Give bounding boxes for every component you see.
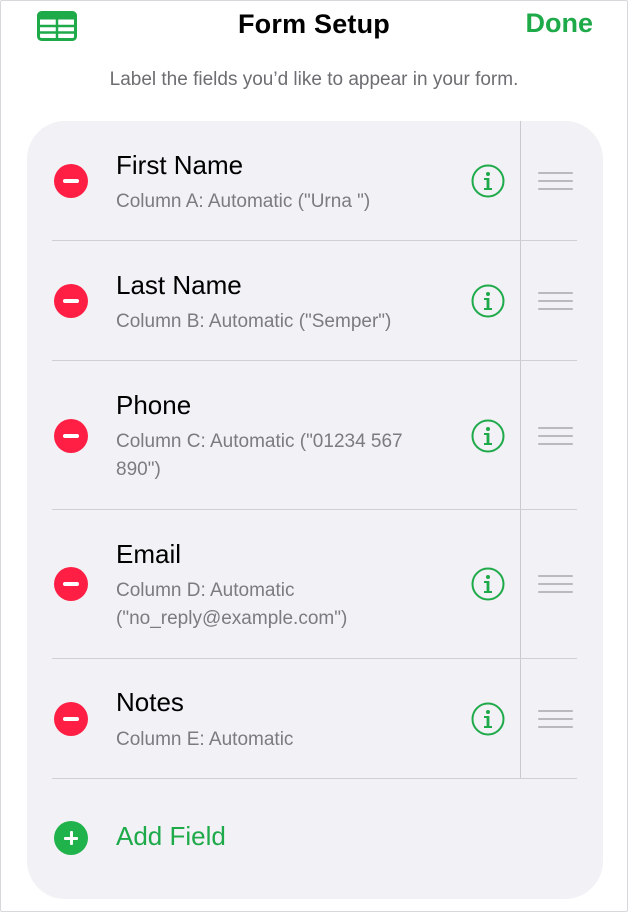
reorder-handle-icon[interactable] bbox=[538, 171, 573, 191]
reorder-handle-icon[interactable] bbox=[538, 291, 573, 311]
field-row-notes: Notes Column E: Automatic bbox=[27, 659, 603, 779]
reorder-handle-icon[interactable] bbox=[538, 574, 573, 594]
form-setup-sheet: Form Setup Done Label the fields you’d l… bbox=[0, 0, 628, 912]
remove-field-phone-button[interactable] bbox=[54, 419, 88, 453]
info-circle-icon[interactable] bbox=[471, 164, 505, 198]
field-row-email: Email Column D: Automatic ("no_reply@exa… bbox=[27, 510, 603, 659]
add-field-label[interactable]: Add Field bbox=[116, 821, 226, 852]
reorder-handle-icon[interactable] bbox=[538, 709, 573, 729]
reorder-handle-icon[interactable] bbox=[538, 426, 573, 446]
field-name[interactable]: First Name bbox=[116, 150, 243, 181]
field-row-phone: Phone Column C: Automatic ("01234 567 89… bbox=[27, 361, 603, 510]
plus-circle-icon-stroke bbox=[70, 831, 73, 845]
field-column-mapping: Column C: Automatic ("01234 567 890") bbox=[116, 431, 403, 480]
remove-field-email-button[interactable] bbox=[54, 567, 88, 601]
fields-list: First Name Column A: Automatic ("Urna ") bbox=[27, 121, 603, 899]
minus-circle-icon bbox=[63, 179, 79, 183]
info-circle-icon[interactable] bbox=[471, 567, 505, 601]
field-column-mapping: Column D: Automatic ("no_reply@example.c… bbox=[116, 580, 348, 629]
field-name[interactable]: Notes bbox=[116, 687, 184, 718]
remove-field-first-name-button[interactable] bbox=[54, 164, 88, 198]
field-name[interactable]: Email bbox=[116, 539, 181, 570]
info-circle-icon[interactable] bbox=[471, 284, 505, 318]
minus-circle-icon bbox=[63, 717, 79, 721]
minus-circle-icon bbox=[63, 434, 79, 438]
field-column-mapping: Column A: Automatic ("Urna ") bbox=[116, 191, 371, 212]
info-circle-icon[interactable] bbox=[471, 702, 505, 736]
field-column-mapping: Column E: Automatic bbox=[116, 729, 294, 750]
add-field-button[interactable] bbox=[54, 821, 88, 855]
remove-field-last-name-button[interactable] bbox=[54, 284, 88, 318]
minus-circle-icon bbox=[63, 299, 79, 303]
field-row-first-name: First Name Column A: Automatic ("Urna ") bbox=[27, 121, 603, 241]
row-separator bbox=[52, 778, 577, 779]
remove-field-notes-button[interactable] bbox=[54, 702, 88, 736]
field-name[interactable]: Phone bbox=[116, 390, 191, 421]
minus-circle-icon bbox=[63, 582, 79, 586]
field-name[interactable]: Last Name bbox=[116, 270, 242, 301]
instructions-text: Label the fields you’d like to appear in… bbox=[109, 69, 519, 90]
field-row-last-name: Last Name Column B: Automatic ("Semper") bbox=[27, 241, 603, 361]
done-button[interactable]: Done bbox=[526, 8, 594, 39]
info-circle-icon[interactable] bbox=[471, 419, 505, 453]
field-column-mapping: Column B: Automatic ("Semper") bbox=[116, 311, 392, 332]
